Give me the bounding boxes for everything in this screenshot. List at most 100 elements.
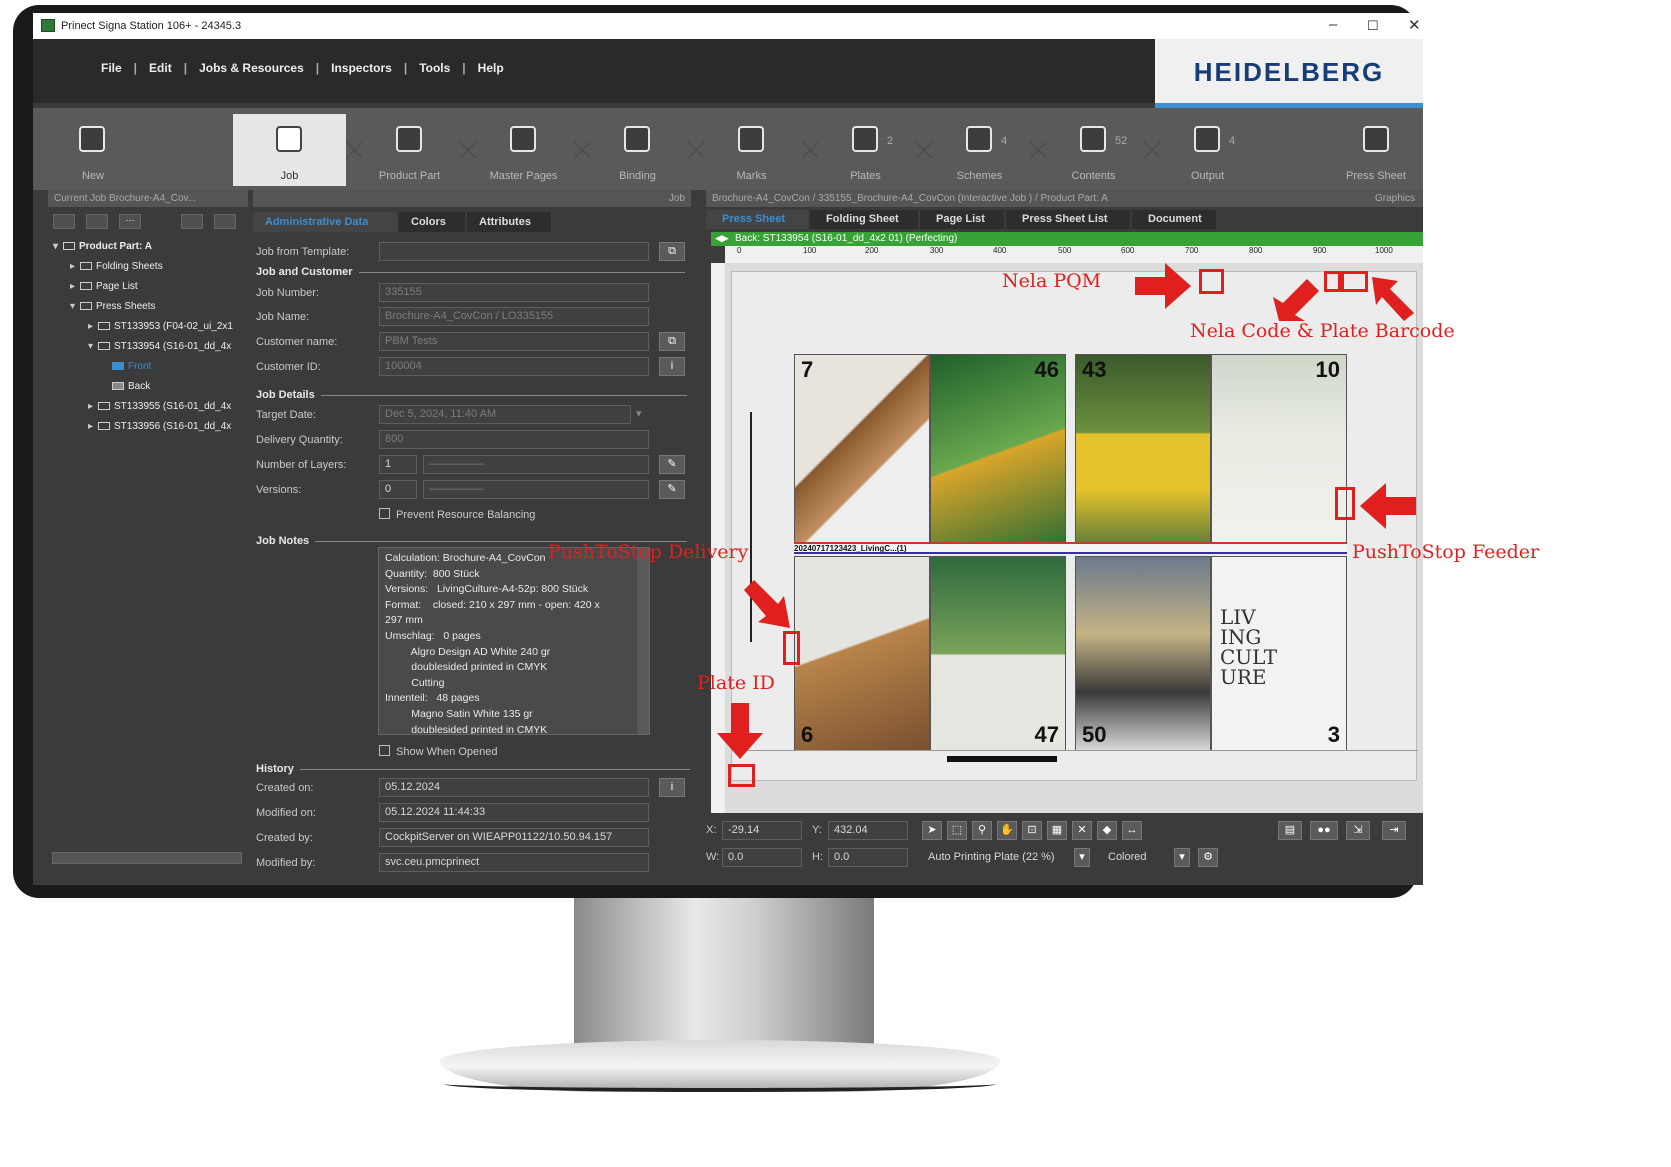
step-binding[interactable]: Binding — [581, 114, 694, 186]
step-output[interactable]: 4 Output — [1151, 114, 1264, 186]
step-job[interactable]: Job — [233, 114, 346, 186]
created-by-field[interactable]: CockpitServer on WIEAPP01122/10.50.94.15… — [379, 828, 649, 847]
customer-id-field[interactable]: 100004 — [379, 357, 649, 376]
schemes-icon — [966, 126, 992, 152]
measure-icon[interactable]: ↔ — [1122, 821, 1142, 840]
tree-item-back[interactable]: Back — [112, 381, 150, 392]
zoom-icon[interactable]: ⚲ — [972, 821, 992, 840]
y-coordinate-field[interactable]: 432.04 — [828, 821, 908, 840]
tab-attributes[interactable]: Attributes — [467, 212, 551, 232]
tree-item-page-list[interactable]: ▸ Page List — [70, 281, 138, 292]
width-field[interactable]: 0.0 — [722, 848, 802, 867]
step-contents[interactable]: 52 Contents — [1037, 114, 1150, 186]
tab-administrative-data[interactable]: Administrative Data — [253, 212, 397, 232]
more-icon[interactable]: ··· — [119, 214, 141, 229]
versions-edit-button[interactable]: ✎ — [659, 480, 685, 499]
prevent-resource-balancing-checkbox[interactable]: Prevent Resource Balancing — [379, 508, 535, 521]
target-date-field[interactable]: Dec 5, 2024, 11:40 AM — [379, 405, 631, 424]
printing-plate-select[interactable]: Auto Printing Plate (22 %) — [922, 848, 1070, 867]
tab-page-list[interactable]: Page List — [920, 210, 1004, 229]
layout-icon[interactable]: ▦ — [1047, 821, 1067, 840]
job-name-field[interactable]: Brochure-A4_CovCon / LO335155 — [379, 307, 649, 326]
menu-edit[interactable]: Edit — [137, 61, 184, 75]
menu-jobs-resources[interactable]: Jobs & Resources — [187, 61, 316, 75]
print-icon[interactable] — [86, 214, 108, 229]
tree-item-st133956[interactable]: ▸ ST133956 (S16-01_dd_4x — [88, 421, 231, 432]
tree-item-press-sheets[interactable]: ▾ Press Sheets — [70, 301, 155, 312]
customer-name-field[interactable]: PBM Tests — [379, 332, 649, 351]
created-on-field[interactable]: 05.12.2024 — [379, 778, 649, 797]
x-coordinate-field[interactable]: -29.14 — [722, 821, 802, 840]
tree-item-product-part[interactable]: ▾ Product Part: A — [53, 241, 152, 252]
panel-collapse-icon[interactable]: ⇥ — [1382, 821, 1406, 840]
step-product-part[interactable]: Product Part — [353, 114, 466, 186]
preview-icon[interactable]: ●● — [1310, 821, 1338, 840]
modified-by-field[interactable]: svc.ceu.pmcprinect — [379, 853, 649, 872]
step-new[interactable]: New — [47, 114, 139, 186]
select-tool-icon[interactable]: ➤ — [922, 821, 942, 840]
layers-edit-button[interactable]: ✎ — [659, 455, 685, 474]
step-marks[interactable]: Marks — [695, 114, 808, 186]
height-field[interactable]: 0.0 — [828, 848, 908, 867]
history-info-button[interactable]: i — [659, 778, 685, 797]
press-sheet-canvas[interactable]: 7 46 43 10 20240717123423_LivingC...(1) … — [725, 263, 1423, 813]
delivery-quantity-field[interactable]: 800 — [379, 430, 649, 449]
job-template-field[interactable] — [379, 242, 649, 261]
settings-icon[interactable]: ⚙ — [1198, 848, 1218, 867]
tree-item-st133955[interactable]: ▸ ST133955 (S16-01_dd_4x — [88, 401, 231, 412]
customer-info-button[interactable]: i — [659, 357, 685, 376]
hand-tool-icon[interactable]: ✋ — [997, 821, 1017, 840]
tab-document[interactable]: Document — [1132, 210, 1216, 229]
notes-scrollbar[interactable] — [637, 548, 649, 734]
grid-view-icon[interactable]: ▤ — [1278, 821, 1302, 840]
job-number-field[interactable]: 335155 — [379, 283, 649, 302]
ink-icon[interactable]: ◆ — [1097, 821, 1117, 840]
layers-select[interactable]: ————— — [423, 455, 649, 474]
customer-browse-button[interactable]: ⧉ — [659, 332, 685, 351]
annotation-pushtostop-delivery: PushToStop Delivery — [548, 541, 749, 563]
versions-field[interactable]: 0 — [379, 480, 417, 499]
workflow-bar: New Job Product Part Master Pages Bindin… — [33, 108, 1423, 190]
tree-item-folding-sheets[interactable]: ▸ Folding Sheets — [70, 261, 163, 272]
fit-page-icon[interactable]: ⊡ — [1022, 821, 1042, 840]
tab-press-sheet-list[interactable]: Press Sheet List — [1006, 210, 1130, 229]
save-icon[interactable] — [53, 214, 75, 229]
page-47: 47 — [930, 556, 1066, 751]
menu-help[interactable]: Help — [466, 61, 516, 75]
tree-panel-header: Current Job Brochure-A4_Cov... — [48, 190, 248, 207]
cross-icon[interactable]: ✕ — [1072, 821, 1092, 840]
job-notes-text[interactable]: Calculation: Brochure-A4_CovCon Quantity… — [378, 547, 650, 735]
color-dropdown-icon[interactable]: ▾ — [1174, 848, 1190, 867]
tree-item-st133954[interactable]: ▾ ST133954 (S16-01_dd_4x — [88, 341, 231, 352]
tab-colors[interactable]: Colors — [399, 212, 465, 232]
versions-select[interactable]: ————— — [423, 480, 649, 499]
plate-dropdown-icon[interactable]: ▾ — [1074, 848, 1090, 867]
tab-folding-sheet[interactable]: Folding Sheet — [810, 210, 918, 229]
step-master-pages[interactable]: Master Pages — [467, 114, 580, 186]
tree-item-st133953[interactable]: ▸ ST133953 (F04-02_ui_2x1 — [88, 321, 233, 332]
color-mode-select[interactable]: Colored — [1102, 848, 1172, 867]
menu-inspectors[interactable]: Inspectors — [319, 61, 404, 75]
tab-press-sheet[interactable]: Press Sheet — [706, 210, 808, 229]
layers-field[interactable]: 1 — [379, 455, 417, 474]
show-when-opened-checkbox[interactable]: Show When Opened — [379, 745, 498, 758]
step-schemes[interactable]: 4 Schemes — [923, 114, 1036, 186]
step-press-sheet[interactable]: Press Sheet — [1333, 114, 1419, 186]
select-object-icon[interactable]: ⬚ — [947, 821, 967, 840]
tree-horizontal-scrollbar[interactable] — [52, 852, 242, 864]
page-46: 46 — [930, 354, 1066, 549]
menu-tools[interactable]: Tools — [407, 61, 462, 75]
close-button[interactable]: ✕ — [1408, 16, 1421, 34]
minimize-button[interactable]: – — [1329, 16, 1337, 33]
menu-file[interactable]: File — [89, 61, 134, 75]
target-date-dropdown-icon[interactable]: ▾ — [636, 407, 642, 420]
expand-icon[interactable] — [214, 214, 236, 229]
nav-arrows-icon[interactable]: ◀▶ — [715, 233, 729, 244]
step-plates[interactable]: 2 Plates — [809, 114, 922, 186]
template-browse-button[interactable]: ⧉ — [659, 242, 685, 261]
export-icon[interactable]: ⇲ — [1346, 821, 1370, 840]
modified-on-field[interactable]: 05.12.2024 11:44:33 — [379, 803, 649, 822]
maximize-button[interactable]: ☐ — [1367, 18, 1379, 34]
collapse-icon[interactable] — [181, 214, 203, 229]
tree-item-front[interactable]: Front — [112, 361, 151, 372]
